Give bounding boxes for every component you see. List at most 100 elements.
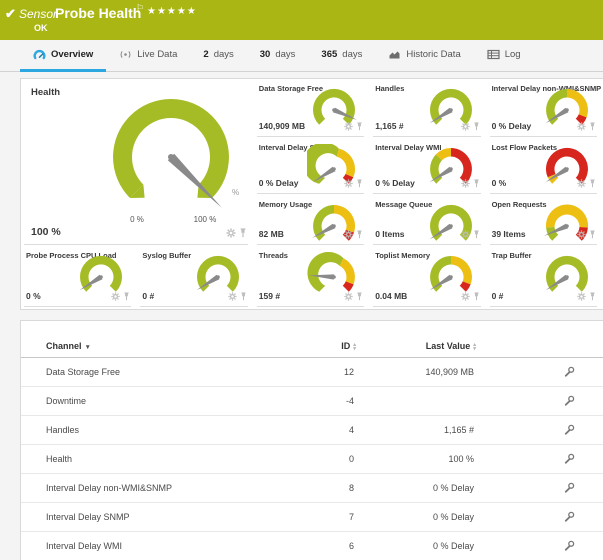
channel-name-cell: Downtime <box>21 387 266 416</box>
gear-icon[interactable] <box>461 292 470 301</box>
pin-icon[interactable] <box>240 292 247 301</box>
gauge-scale-max: 100 % <box>185 215 225 224</box>
gauge-tile-threads: Threads 159 # <box>254 246 370 308</box>
gear-icon[interactable] <box>577 179 586 188</box>
column-header-channel[interactable]: Channel▼ <box>21 333 266 358</box>
channel-id-cell: 7 <box>266 503 356 532</box>
gauge-svg <box>540 201 594 247</box>
channel-settings-icon[interactable] <box>564 482 575 495</box>
gauge-chart <box>424 201 478 247</box>
pin-icon[interactable] <box>356 179 363 188</box>
channel-name-cell: Interval Delay non-WMI&SNMP <box>21 474 266 503</box>
pin-icon[interactable] <box>473 230 480 239</box>
flag-icon[interactable]: ⚐ <box>136 3 144 14</box>
priority-stars[interactable]: ★★★★★ <box>147 6 197 17</box>
channel-table-row[interactable]: Health 0 100 % <box>21 445 603 474</box>
tab-log[interactable]: Log <box>474 40 534 72</box>
channel-table-row[interactable]: Data Storage Free 12 140,909 MB <box>21 358 603 387</box>
column-header-last-value[interactable]: Last Value▴▾ <box>356 333 476 358</box>
channel-settings-icon[interactable] <box>564 395 575 408</box>
status-check-icon: ✔ <box>5 6 16 22</box>
gear-icon[interactable] <box>111 292 120 301</box>
gauge-title: Trap Buffer <box>492 251 532 260</box>
gauge-tile-probe-process-cpu-load: Probe Process CPU Load 0 % <box>21 246 137 308</box>
channel-table-row[interactable]: Interval Delay WMI 6 0 % Delay <box>21 532 603 560</box>
pin-icon[interactable] <box>356 230 363 239</box>
channel-settings-icon[interactable] <box>564 366 575 379</box>
channel-table-row[interactable]: Downtime -4 <box>21 387 603 416</box>
tile-separator <box>490 193 597 194</box>
pin-icon[interactable] <box>589 122 596 131</box>
channel-name-cell: Interval Delay SNMP <box>21 503 266 532</box>
channel-last-value-cell: 0 % Delay <box>356 474 476 503</box>
pin-icon[interactable] <box>589 230 596 239</box>
gauge-title: Memory Usage <box>259 200 312 209</box>
gauge-title: Open Requests <box>492 200 547 209</box>
channel-table-row[interactable]: Interval Delay SNMP 7 0 % Delay <box>21 503 603 532</box>
channel-settings-icon[interactable] <box>564 453 575 466</box>
pin-icon[interactable] <box>473 122 480 131</box>
gauge-tile-handles: Handles 1,165 # <box>370 79 486 138</box>
channel-table-row[interactable]: Handles 4 1,165 # <box>21 416 603 445</box>
pin-icon[interactable] <box>473 292 480 301</box>
tab-365-days[interactable]: 365days <box>308 40 375 72</box>
tab-historic-data[interactable]: Historic Data <box>375 40 473 72</box>
gauge-value: 0 % <box>26 291 41 301</box>
sort-toggle-icon: ▴▾ <box>353 343 356 351</box>
historic-chart-icon <box>388 49 401 60</box>
tile-separator <box>257 244 364 245</box>
gear-icon[interactable] <box>344 122 353 131</box>
sensor-type-label: Sensor <box>19 7 57 21</box>
gauge-tile-syslog-buffer: Syslog Buffer 0 # <box>137 246 253 308</box>
gear-icon[interactable] <box>226 228 236 238</box>
status-badge: OK <box>34 23 48 33</box>
channel-settings-icon[interactable] <box>564 424 575 437</box>
gauge-value: 159 # <box>259 291 280 301</box>
column-header-id[interactable]: ID▴▾ <box>266 333 356 358</box>
tab-overview[interactable]: Overview <box>20 40 106 72</box>
gauges-panel: Health % 0 % 100 % 100 % Data Storage Fr… <box>20 78 603 310</box>
tile-separator <box>490 306 597 307</box>
tab-30-days[interactable]: 30days <box>247 40 309 72</box>
gauge-svg <box>307 201 361 247</box>
pin-icon[interactable] <box>356 292 363 301</box>
gear-icon[interactable] <box>461 179 470 188</box>
gear-icon[interactable] <box>577 122 586 131</box>
gear-icon[interactable] <box>461 230 470 239</box>
channel-settings-icon[interactable] <box>564 511 575 524</box>
log-icon <box>487 49 500 60</box>
channel-id-cell: 8 <box>266 474 356 503</box>
gauge-tile-lost-flow-packets: Lost Flow Packets 0 % <box>487 138 603 195</box>
channel-table-panel: Channel▼ ID▴▾ Last Value▴▾ Data Storage … <box>20 320 603 560</box>
gauge-value: 0 % Delay <box>492 121 532 131</box>
tile-separator <box>24 244 248 245</box>
gear-icon[interactable] <box>577 292 586 301</box>
gauge-chart <box>540 201 594 247</box>
channel-id-cell: -4 <box>266 387 356 416</box>
sort-toggle-icon: ▴▾ <box>473 343 476 351</box>
gauge-icon <box>33 49 46 60</box>
gear-icon[interactable] <box>228 292 237 301</box>
pin-icon[interactable] <box>589 292 596 301</box>
channel-id-cell: 6 <box>266 532 356 560</box>
gear-icon[interactable] <box>344 179 353 188</box>
pin-icon[interactable] <box>239 228 247 238</box>
channel-table-row[interactable]: Interval Delay non-WMI&SNMP 8 0 % Delay <box>21 474 603 503</box>
pin-icon[interactable] <box>356 122 363 131</box>
gauge-tile-interval-delay-snmp: Interval Delay SNMP 0 % Delay <box>254 138 370 195</box>
tile-separator <box>490 136 597 137</box>
tile-separator <box>140 306 247 307</box>
tab-2-days[interactable]: 2days <box>190 40 246 72</box>
pin-icon[interactable] <box>473 179 480 188</box>
gear-icon[interactable] <box>577 230 586 239</box>
pin-icon[interactable] <box>589 179 596 188</box>
channel-settings-icon[interactable] <box>564 540 575 553</box>
pin-icon[interactable] <box>123 292 130 301</box>
channel-id-cell: 12 <box>266 358 356 387</box>
gear-icon[interactable] <box>344 292 353 301</box>
gear-icon[interactable] <box>344 230 353 239</box>
gauge-value: 0 % Delay <box>259 178 299 188</box>
tab-live-data[interactable]: Live Data <box>106 40 190 72</box>
tab-bar: OverviewLive Data2days30days365daysHisto… <box>0 40 603 72</box>
gear-icon[interactable] <box>461 122 470 131</box>
